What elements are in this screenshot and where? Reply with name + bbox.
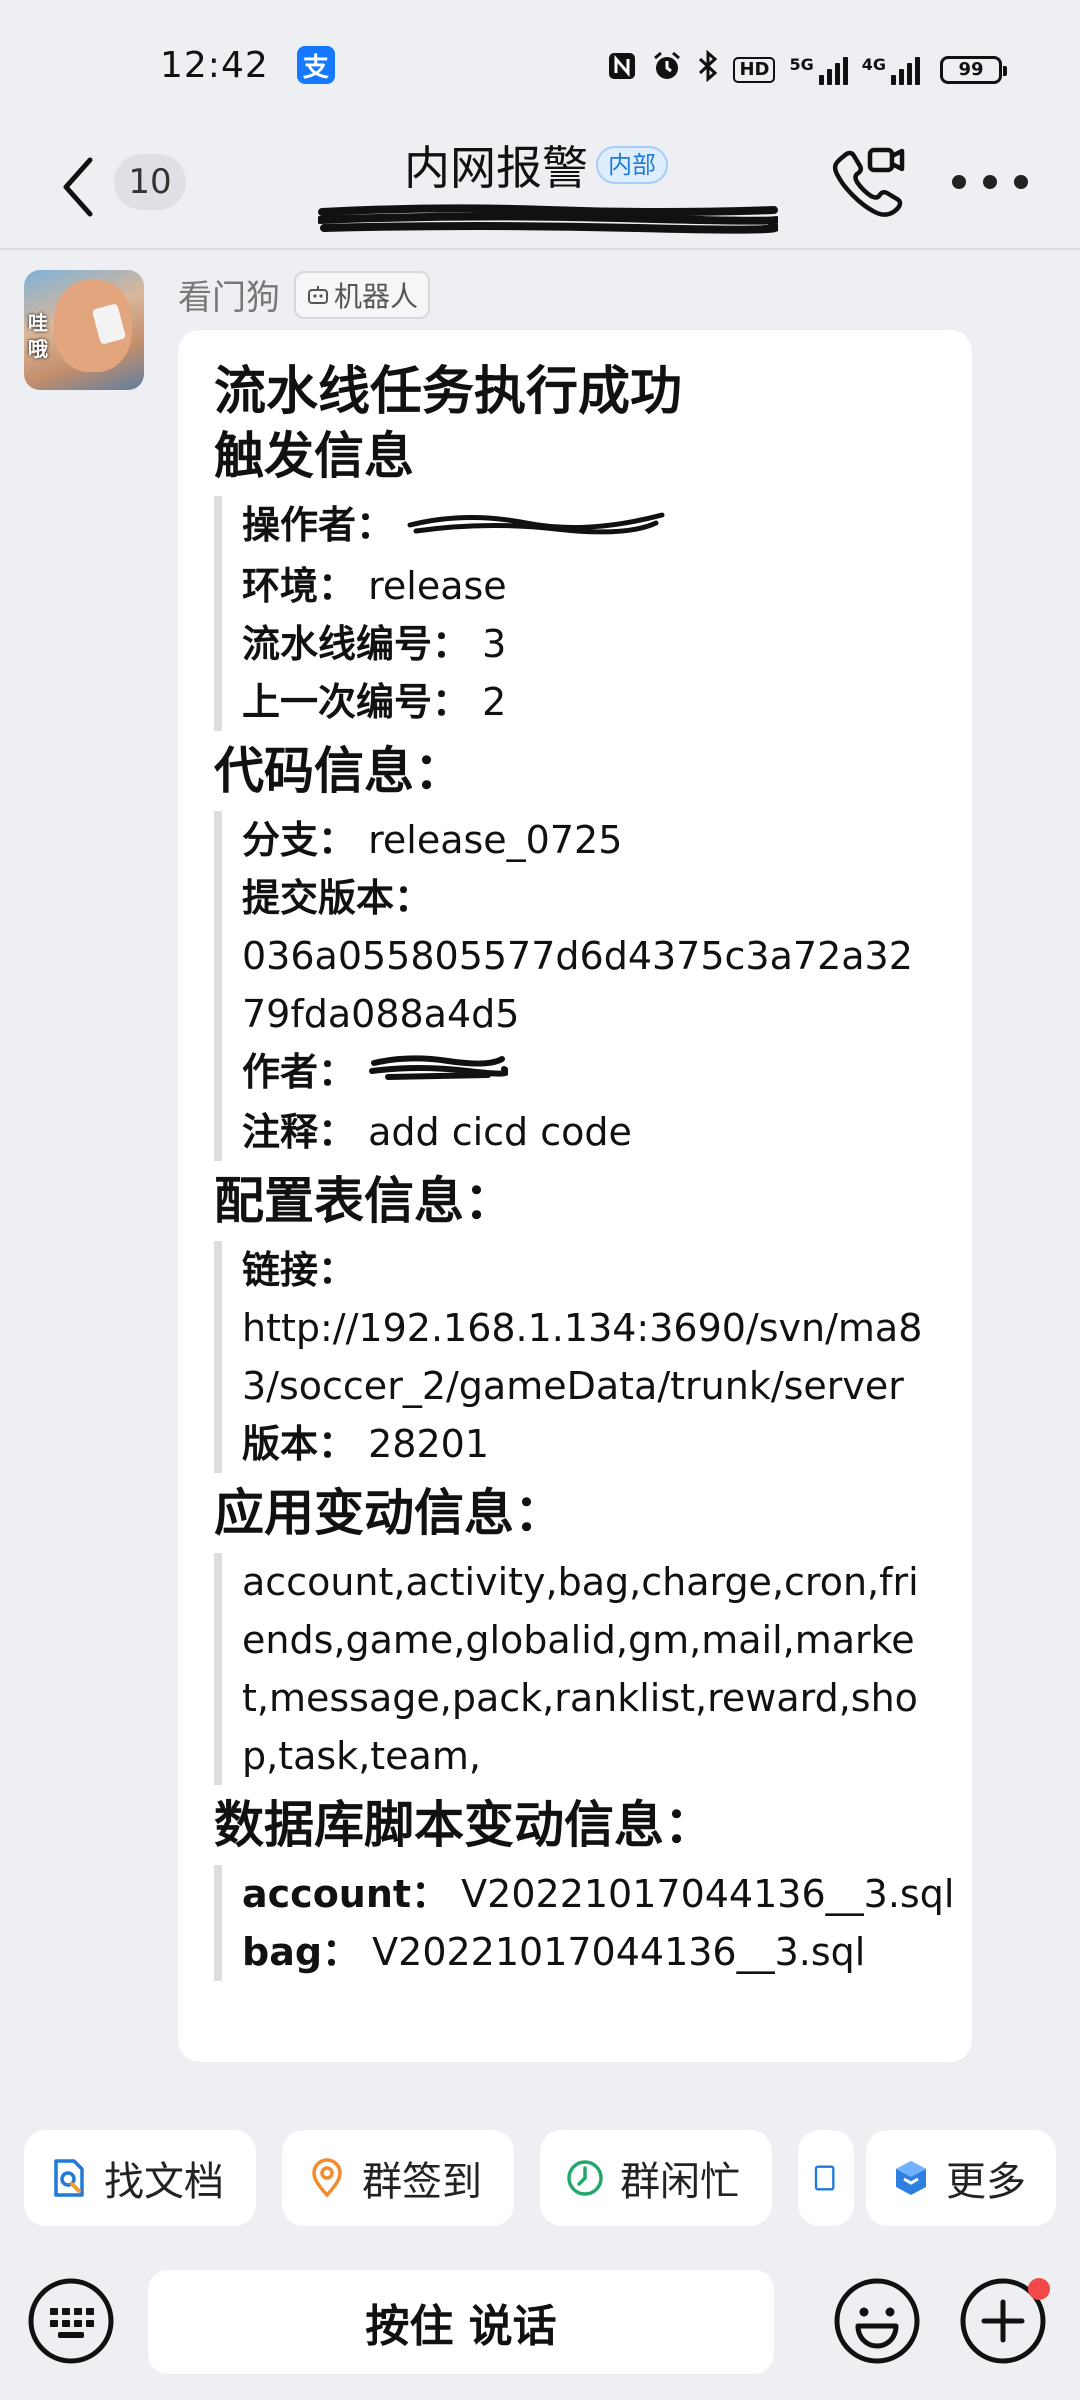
pipeline-number-value: 3 bbox=[482, 621, 507, 666]
section-heading-config: 配置表信息： bbox=[214, 1172, 514, 1230]
link-label-row: 链接： bbox=[242, 1248, 357, 1292]
status-time: 12:42 bbox=[160, 44, 269, 86]
robot-icon bbox=[308, 285, 328, 304]
config-info-block: 链接： http://192.168.1.134:3690/svn/ma83/s… bbox=[214, 1241, 932, 1473]
db-script-account: V20221017044136__3.sql bbox=[461, 1872, 955, 1916]
code-info-block: 分支： release_0725 提交版本： 036a055805577d6d4… bbox=[214, 810, 932, 1161]
emoji-icon bbox=[834, 2278, 920, 2364]
config-link[interactable]: http://192.168.1.134:3690/svn/ma83/socce… bbox=[242, 1299, 932, 1415]
env-value: release bbox=[368, 563, 507, 608]
doc-icon bbox=[814, 2165, 835, 2191]
chat-title-group[interactable]: 内网报警 内部 bbox=[404, 132, 668, 198]
pipeline-number-row: 流水线编号： 3 bbox=[242, 621, 507, 666]
chat-title: 内网报警 bbox=[404, 141, 588, 195]
section-heading-code: 代码信息： bbox=[214, 741, 464, 800]
quick-action-partial[interactable] bbox=[798, 2130, 854, 2226]
message-bubble[interactable]: 流水线任务执行成功 触发信息 操作者： 环境： release 流水线编号： 3… bbox=[178, 330, 972, 2062]
redacted-subtitle bbox=[316, 204, 780, 234]
hold-to-talk-button[interactable]: 按住 说话 bbox=[148, 2270, 774, 2374]
clock-icon bbox=[567, 2160, 603, 2196]
robot-tag-label: 机器人 bbox=[334, 279, 419, 313]
redacted-author bbox=[368, 1045, 511, 1103]
dot-icon bbox=[952, 175, 966, 189]
previous-number-row: 上一次编号： 2 bbox=[242, 679, 507, 724]
robot-tag: 机器人 bbox=[294, 270, 431, 319]
unread-count-badge[interactable]: 10 bbox=[114, 154, 186, 210]
status-icons: HD 5G 4G 99 bbox=[607, 49, 1007, 89]
branch-row: 分支： release_0725 bbox=[242, 817, 623, 862]
config-version-row: 版本： 28201 bbox=[242, 1422, 489, 1466]
quick-action-find-docs[interactable]: 找文档 bbox=[24, 2130, 256, 2226]
note-row: 注释： add cicd code bbox=[242, 1110, 632, 1154]
operator-label: 操作者： bbox=[242, 503, 395, 547]
status-bar: 12:42 支 HD 5G 4G 99 bbox=[0, 0, 1080, 130]
changed-apps-list: account,activity,bag,charge,cron,friends… bbox=[242, 1560, 919, 1778]
section-heading-trigger: 触发信息 bbox=[214, 427, 414, 485]
env-row: 环境： release bbox=[242, 563, 507, 608]
sender-avatar[interactable]: 哇哦 bbox=[24, 270, 144, 390]
previous-number-value: 2 bbox=[482, 679, 507, 724]
phone-video-icon bbox=[832, 147, 905, 217]
internal-tag: 内部 bbox=[596, 146, 668, 184]
call-button[interactable] bbox=[830, 142, 906, 218]
author-row: 作者： bbox=[242, 1043, 932, 1104]
chat-header: 10 内网报警 内部 bbox=[0, 130, 1080, 250]
doc-search-icon bbox=[54, 2159, 84, 2197]
battery-indicator: 99 bbox=[940, 55, 1007, 84]
quick-action-more[interactable]: 更多 bbox=[866, 2130, 1056, 2226]
notification-dot bbox=[1028, 2278, 1050, 2300]
config-version-value: 28201 bbox=[368, 1422, 489, 1466]
db-script-bag: V20221017044136__3.sql bbox=[372, 1930, 866, 1974]
alarm-icon bbox=[651, 50, 683, 89]
section-heading-apps: 应用变动信息： bbox=[214, 1484, 564, 1542]
section-heading-db: 数据库脚本变动信息： bbox=[214, 1796, 714, 1854]
note-value: add cicd code bbox=[368, 1110, 632, 1154]
db-row-account: account： V20221017044136__3.sql bbox=[242, 1872, 955, 1916]
nfc-icon bbox=[607, 51, 637, 88]
4g-signal-icon: 4G bbox=[862, 55, 920, 85]
bluetooth-icon bbox=[697, 49, 719, 89]
more-apps-icon bbox=[896, 2161, 926, 2195]
quick-action-checkin[interactable]: 群签到 bbox=[282, 2130, 514, 2226]
commit-label-row: 提交版本： bbox=[242, 875, 433, 920]
keyboard-icon bbox=[28, 2278, 114, 2364]
more-options-button[interactable] bbox=[952, 154, 1028, 210]
dot-icon bbox=[983, 175, 997, 189]
dot-icon bbox=[1014, 175, 1028, 189]
quick-actions-bar: 找文档 群签到 群闲忙 更多 bbox=[0, 2130, 1080, 2226]
db-row-bag: bag： V20221017044136__3.sql bbox=[242, 1930, 866, 1974]
author-label: 作者： bbox=[242, 1049, 357, 1094]
trigger-info-block: 操作者： 环境： release 流水线编号： 3 上一次编号： 2 bbox=[214, 496, 932, 731]
message-title: 流水线任务执行成功 bbox=[214, 362, 683, 422]
input-bar: 按住 说话 bbox=[0, 2262, 1080, 2382]
checkin-icon bbox=[312, 2158, 342, 2198]
chevron-left-icon bbox=[63, 157, 93, 217]
redacted-operator bbox=[406, 499, 666, 557]
sender-name[interactable]: 看门狗 bbox=[178, 270, 280, 319]
branch-value: release_0725 bbox=[368, 817, 623, 862]
5g-signal-icon: 5G bbox=[789, 55, 848, 85]
quick-action-busy-status[interactable]: 群闲忙 bbox=[540, 2130, 772, 2226]
keyboard-toggle-button[interactable] bbox=[26, 2276, 116, 2366]
commit-hash: 036a055805577d6d4375c3a72a3279fda088a4d5 bbox=[242, 933, 913, 1036]
operator-row: 操作者： bbox=[242, 496, 932, 557]
hd-icon: HD bbox=[733, 56, 776, 83]
sender-info: 看门狗 机器人 bbox=[178, 270, 431, 319]
emoji-button[interactable] bbox=[832, 2276, 922, 2366]
alipay-notification-icon: 支 bbox=[296, 46, 335, 84]
avatar-caption: 哇哦 bbox=[28, 311, 48, 361]
db-info-block: account： V20221017044136__3.sql bag： V20… bbox=[214, 1865, 955, 1981]
apps-info-block: account,activity,bag,charge,cron,friends… bbox=[214, 1553, 932, 1785]
back-button[interactable] bbox=[48, 152, 108, 222]
